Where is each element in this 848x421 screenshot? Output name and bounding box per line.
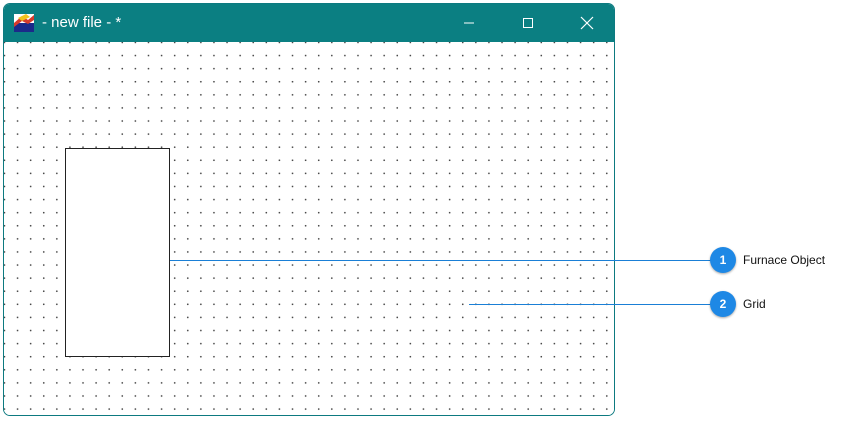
maximize-button[interactable] [505, 4, 551, 42]
minimize-icon [464, 22, 474, 24]
callout-badge-grid: 2 [710, 291, 736, 317]
maximize-icon [523, 18, 533, 28]
callout-label-grid: Grid [743, 297, 766, 311]
app-window: - new file - * [3, 3, 615, 416]
callout-line-furnace [170, 260, 712, 261]
window-title: - new file - * [42, 14, 122, 31]
furnace-object[interactable] [65, 148, 170, 357]
minimize-button[interactable] [446, 4, 492, 42]
callout-badge-furnace: 1 [710, 247, 736, 273]
close-icon [580, 16, 594, 30]
grid-canvas[interactable] [4, 42, 614, 415]
callout-label-furnace: Furnace Object [743, 253, 826, 267]
close-button[interactable] [564, 4, 610, 42]
app-logo-icon [14, 14, 34, 32]
title-bar[interactable]: - new file - * [4, 4, 614, 42]
callout-line-grid [469, 304, 712, 305]
